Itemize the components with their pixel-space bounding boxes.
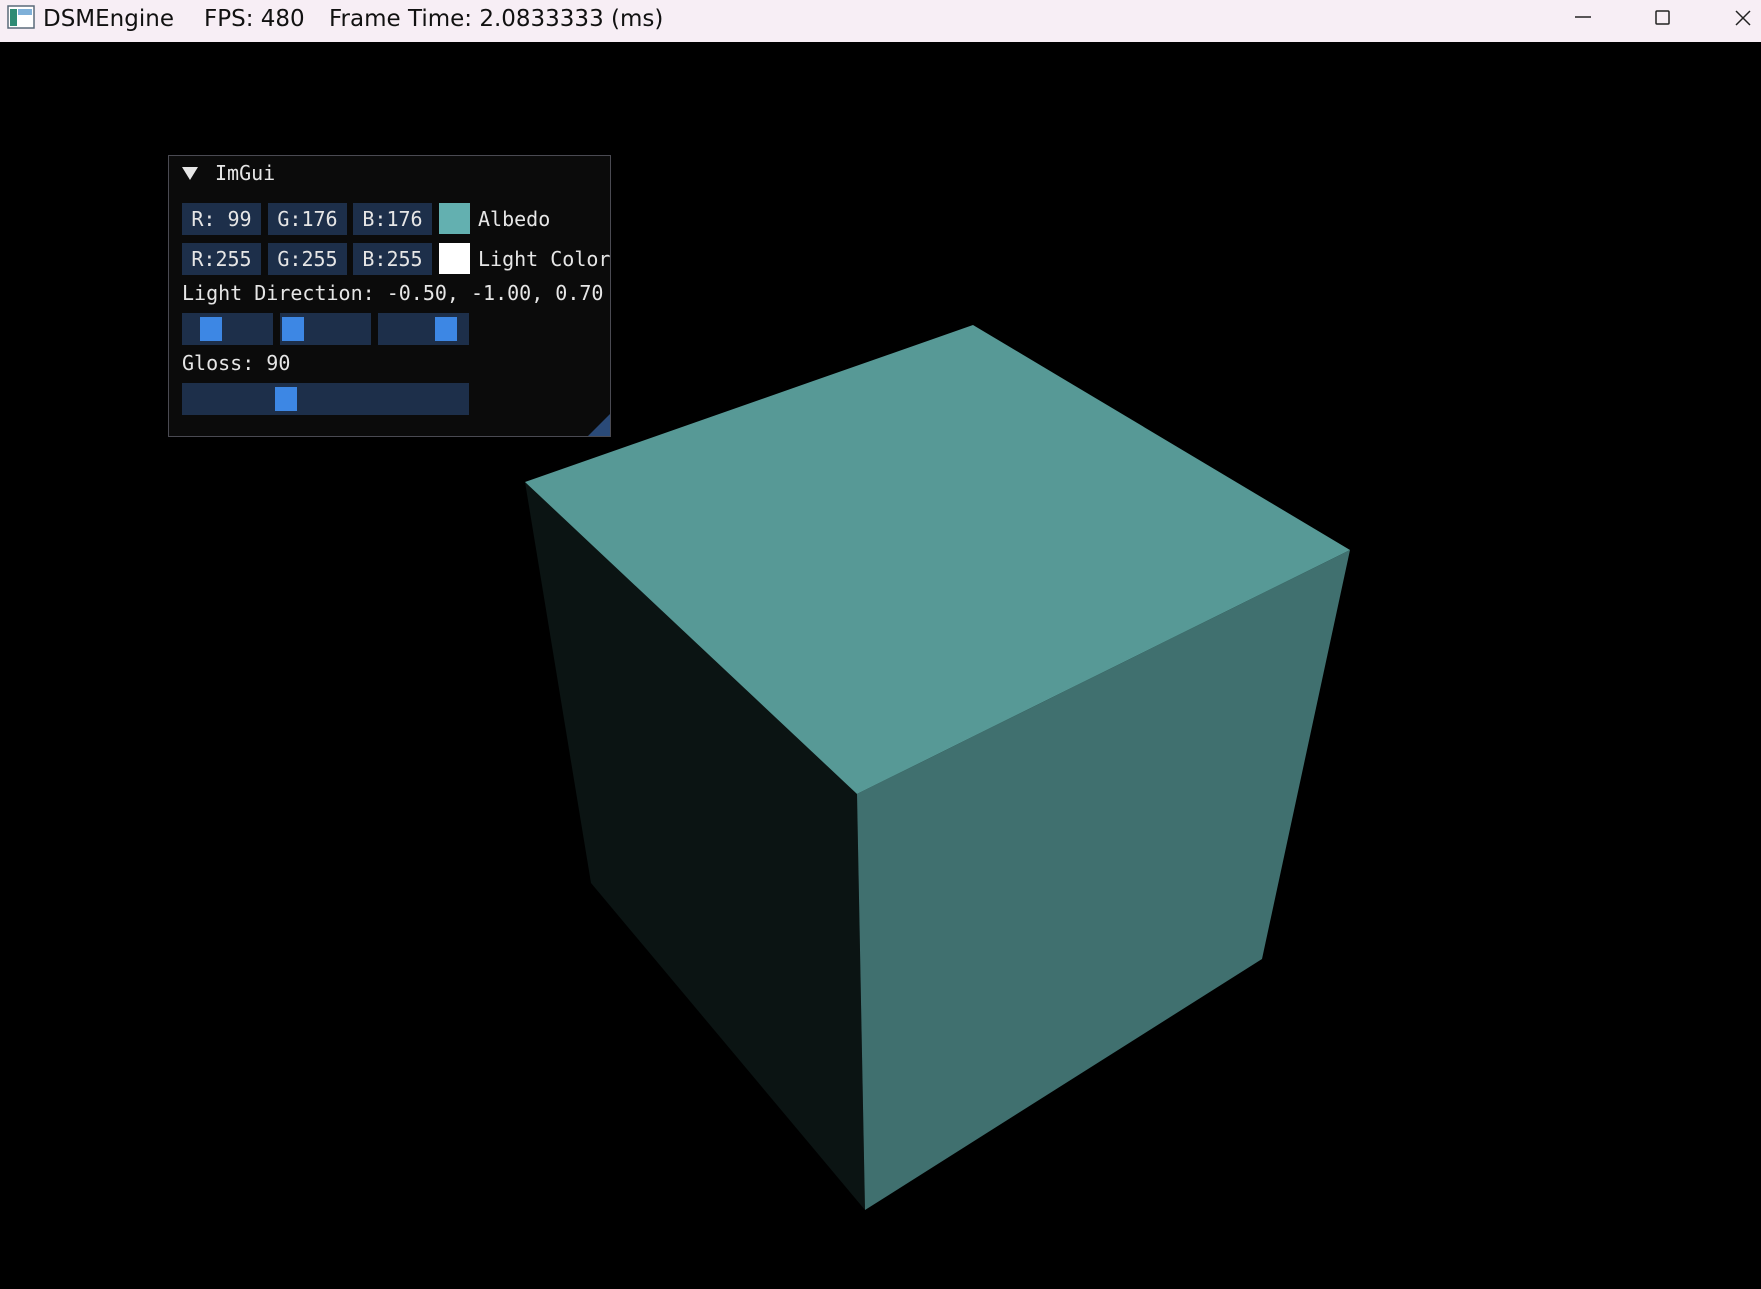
light-g-field[interactable]: G:255 [268,243,347,275]
slider-grab[interactable] [282,317,304,341]
imgui-title-bar[interactable]: ImGui [169,156,610,190]
albedo-r-field[interactable]: R: 99 [182,203,261,235]
light-direction-z-slider[interactable] [378,313,469,345]
minimize-icon [1575,16,1591,18]
light-direction-x-slider[interactable] [182,313,273,345]
maximize-button[interactable] [1628,0,1698,34]
gloss-slider[interactable] [182,383,469,415]
light-direction-y-slider[interactable] [280,313,371,345]
app-title: DSMEngine [43,6,174,32]
slider-grab[interactable] [200,317,223,341]
light-r-field[interactable]: R:255 [182,243,261,275]
app-icon [7,5,35,29]
fps-readout: FPS: 480 [204,6,305,32]
imgui-title: ImGui [215,161,276,185]
close-button[interactable] [1708,0,1761,34]
maximize-icon [1655,10,1670,25]
albedo-g-field[interactable]: G:176 [268,203,347,235]
close-icon [1735,10,1751,26]
light-color-label: Light Color [478,247,611,271]
resize-grip-icon[interactable] [588,414,610,436]
title-bar[interactable]: DSMEngine FPS: 480 Frame Time: 2.0833333… [0,0,1761,42]
collapse-triangle-icon[interactable] [181,166,199,181]
light-color-swatch[interactable] [439,243,470,274]
imgui-panel[interactable]: ImGui R: 99 G:176 B:176 Albedo R:255 G:2… [168,155,611,437]
light-direction-label: Light Direction: -0.50, -1.00, 0.70 [182,281,604,305]
slider-grab[interactable] [275,387,298,411]
minimize-button[interactable] [1548,0,1618,34]
albedo-b-field[interactable]: B:176 [353,203,432,235]
light-b-field[interactable]: B:255 [353,243,432,275]
albedo-color-swatch[interactable] [439,203,470,234]
frame-time-readout: Frame Time: 2.0833333 (ms) [329,6,664,32]
albedo-label: Albedo [478,207,551,231]
slider-grab[interactable] [435,317,458,341]
gloss-label: Gloss: 90 [182,351,291,375]
